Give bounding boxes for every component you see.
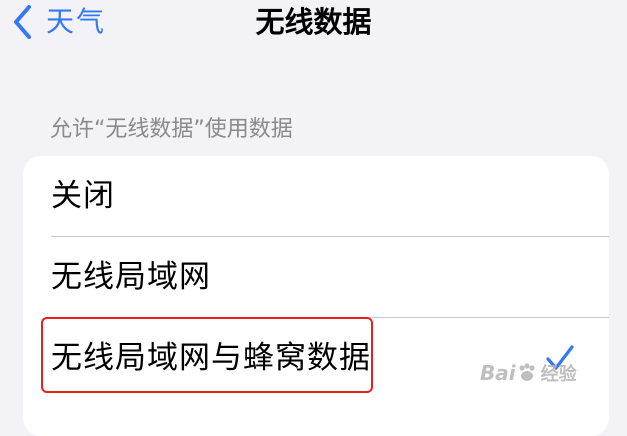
option-label: 无线局域网 xyxy=(51,259,211,295)
option-label: 关闭 xyxy=(51,178,115,214)
option-off[interactable]: 关闭 xyxy=(23,156,609,236)
paw-icon xyxy=(516,362,538,384)
option-wlan[interactable]: 无线局域网 xyxy=(23,237,609,317)
navigation-bar: 天气 无线数据 xyxy=(0,0,627,50)
page-title: 无线数据 xyxy=(255,5,372,39)
section-header: 允许“无线数据”使用数据 xyxy=(50,117,293,142)
option-label: 无线局域网与蜂窝数据 xyxy=(51,340,371,376)
watermark: Bai 经验 xyxy=(480,361,577,385)
option-wlan-cellular[interactable]: 无线局域网与蜂窝数据 xyxy=(23,318,609,398)
options-group: 关闭 无线局域网 无线局域网与蜂窝数据 xyxy=(23,156,609,436)
